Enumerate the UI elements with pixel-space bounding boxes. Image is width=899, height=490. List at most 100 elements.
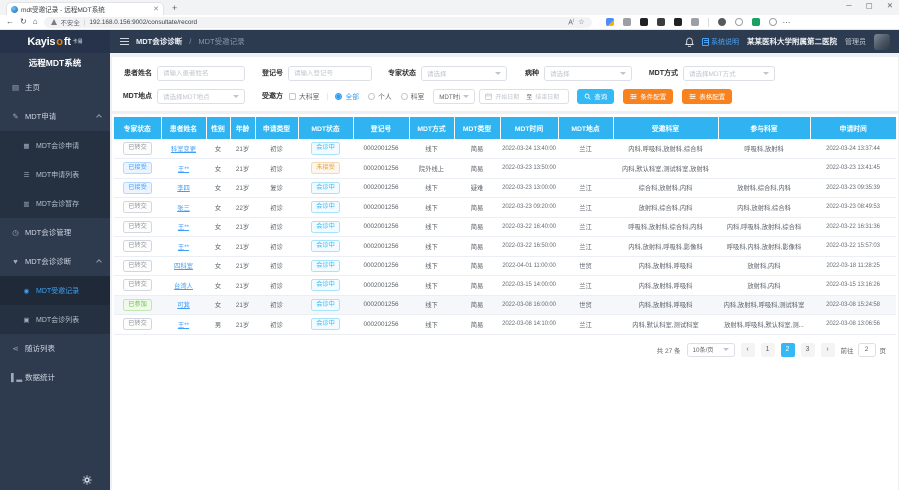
sidebar-item-4[interactable]: ▥MDT会诊暂存: [0, 189, 110, 218]
cell-sex: 女: [206, 198, 230, 218]
cell-apply-type: 初诊: [255, 217, 298, 237]
copilot-extension-icon[interactable]: [606, 18, 614, 26]
system-title: 远程MDT系统: [0, 53, 110, 73]
settings-gear-icon[interactable]: [82, 475, 92, 485]
address-bar[interactable]: 不安全 | 192.168.0.156:9002/consultate/reco…: [44, 17, 592, 28]
sidebar-item-8[interactable]: ▣MDT会诊列表: [0, 305, 110, 334]
patient-name-link[interactable]: 王**: [178, 244, 189, 251]
sidebar-item-6[interactable]: ♥MDT会诊诊断: [0, 247, 110, 276]
cell-mdt-time: 2022-03-15 14:00:00: [500, 276, 558, 296]
chevron-down-icon: [233, 95, 239, 98]
window-maximize-icon[interactable]: ▢: [866, 1, 873, 10]
main-area: MDT会诊诊断 / MDT受邀记录 系统说明 某某医科大学附属第二医院 管理员: [110, 30, 899, 490]
date-range-input[interactable]: 开始日期 至 结束日期: [479, 89, 569, 104]
not-secure-warning-icon[interactable]: [51, 19, 57, 25]
profile-icon[interactable]: [769, 18, 777, 26]
collapse-sidebar-icon[interactable]: [120, 38, 129, 45]
collections-icon[interactable]: [718, 18, 726, 26]
cell-mdt-mode: 院外线上: [409, 159, 454, 179]
window-close-icon[interactable]: ✕: [887, 1, 893, 10]
mdt-location-select[interactable]: 请选择MDT地点: [157, 89, 245, 104]
cell-mdt-type: 简易: [454, 139, 500, 159]
patient-name-link[interactable]: 可萁: [177, 302, 190, 309]
home-icon[interactable]: ⌂: [33, 18, 38, 26]
patient-name-link[interactable]: 李四: [177, 185, 190, 192]
patient-name-link[interactable]: 台湾人: [174, 283, 193, 290]
cell-reg-no: 0002001256: [353, 139, 409, 159]
table-config-button[interactable]: 表格配置: [682, 89, 732, 104]
sidebar-item-10[interactable]: ▌▂数据统计: [0, 363, 110, 392]
cell-reg-no: 0002001256: [353, 178, 409, 198]
cell-age: 21岁: [230, 315, 255, 335]
invitee-radio-0[interactable]: 全部: [335, 91, 359, 101]
jump-to-input[interactable]: [858, 343, 876, 357]
patient-name-link[interactable]: 张三: [177, 205, 190, 212]
sidebar-item-3[interactable]: ☰MDT申请列表: [0, 160, 110, 189]
status-tag: 会诊中: [311, 221, 340, 233]
sidebar-item-5[interactable]: ◷MDT会诊管理: [0, 218, 110, 247]
page-size-select[interactable]: 10条/页: [687, 343, 735, 357]
notification-bell-icon[interactable]: [685, 37, 694, 47]
condition-config-button[interactable]: 条件配置: [623, 89, 673, 104]
column-header: 登记号: [353, 117, 409, 139]
invitee-radio-1[interactable]: 个人: [368, 91, 392, 101]
search-icon: [584, 93, 591, 100]
cell-age: 21岁: [230, 139, 255, 159]
sidebar-item-7[interactable]: ◉MDT受邀记录: [0, 276, 110, 305]
cell-expert-status: 已转交: [114, 198, 161, 218]
cell-name: 王**: [161, 159, 206, 179]
patient-name-link[interactable]: 王**: [178, 322, 189, 329]
page-number-button-1[interactable]: 1: [761, 343, 775, 357]
jump-suffix: 页: [880, 345, 887, 355]
mute-tab-icon[interactable]: [691, 18, 699, 26]
patient-name-link[interactable]: 王**: [178, 166, 189, 173]
browser-menu-icon[interactable]: ⋯: [783, 18, 792, 27]
split-screen-icon[interactable]: [735, 18, 743, 26]
sidebar-item-0[interactable]: ▤主页: [0, 73, 110, 102]
system-help-link[interactable]: 系统说明: [702, 37, 739, 47]
status-tag: 会诊中: [311, 240, 340, 252]
user-avatar[interactable]: [874, 34, 890, 50]
patient-name-link[interactable]: 王**: [178, 224, 189, 231]
capture-extension-icon[interactable]: [674, 18, 682, 26]
browser-tab[interactable]: mdt受邀记录 - 远程MDT系统 ✕: [6, 2, 164, 15]
prev-page-button[interactable]: ‹: [741, 343, 755, 357]
cell-apply-time: 2022-03-08 15:24:58: [810, 295, 896, 315]
screenshot-extension-icon[interactable]: [657, 18, 665, 26]
cell-expert-status: 已转交: [114, 237, 161, 257]
tab-close-icon[interactable]: ✕: [153, 5, 159, 13]
sidebar-item-2[interactable]: ▦MDT会诊申请: [0, 131, 110, 160]
window-minimize-icon[interactable]: ─: [846, 1, 851, 10]
next-page-button[interactable]: ›: [821, 343, 835, 357]
mdt-time-type-select[interactable]: MDT时间: [433, 89, 475, 104]
disease-select[interactable]: 请选择: [544, 66, 632, 81]
sidebar-item-label: MDT会诊暂存: [36, 199, 79, 209]
read-aloud-icon[interactable]: A): [568, 17, 574, 26]
patient-name-input[interactable]: [157, 66, 245, 81]
cell-apply-time: 2022-03-23 08:49:53: [810, 198, 896, 218]
favorite-star-icon[interactable]: ☆: [578, 18, 584, 26]
cell-apply-type: 初诊: [255, 237, 298, 257]
expert-status-select[interactable]: 请选择: [421, 66, 507, 81]
back-icon[interactable]: ←: [6, 18, 14, 26]
invitee-radio-2[interactable]: 科室: [401, 91, 425, 101]
cell-mdt-time: 2022-03-08 14:10:00: [500, 315, 558, 335]
sidebar-item-label: MDT会诊诊断: [25, 256, 71, 267]
extension-icon[interactable]: [623, 18, 631, 26]
patient-name-link[interactable]: 科室变更: [171, 146, 196, 153]
page-number-button-2[interactable]: 2: [781, 343, 795, 357]
mdt-mode-select[interactable]: 请选择MDT方式: [683, 66, 775, 81]
sidebar-item-9[interactable]: ⋖随访列表: [0, 334, 110, 363]
dark-extension-icon[interactable]: [640, 18, 648, 26]
refresh-icon[interactable]: ↻: [20, 18, 27, 26]
sidebar-item-1[interactable]: ✎MDT申请: [0, 102, 110, 131]
cell-name: 李四: [161, 178, 206, 198]
new-tab-button[interactable]: +: [172, 2, 177, 15]
big-department-checkbox[interactable]: [289, 93, 296, 100]
cell-joined-depts: 放射科,内科: [718, 276, 810, 296]
browser-essentials-icon[interactable]: [752, 18, 760, 26]
registration-no-input[interactable]: [288, 66, 372, 81]
page-number-button-3[interactable]: 3: [801, 343, 815, 357]
search-button[interactable]: 查询: [577, 89, 614, 104]
patient-name-link[interactable]: 四科室: [174, 263, 193, 270]
